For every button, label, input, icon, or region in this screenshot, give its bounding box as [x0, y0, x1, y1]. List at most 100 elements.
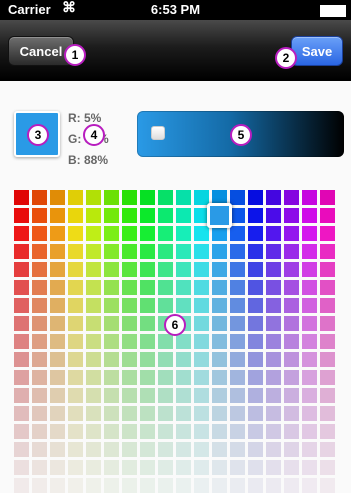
palette-cell[interactable]	[86, 352, 101, 367]
palette-cell[interactable]	[266, 442, 281, 457]
palette-cell[interactable]	[248, 244, 263, 259]
palette-cell[interactable]	[284, 262, 299, 277]
palette-cell[interactable]	[122, 226, 137, 241]
palette-cell[interactable]	[104, 370, 119, 385]
palette-cell[interactable]	[104, 280, 119, 295]
palette-cell[interactable]	[320, 262, 335, 277]
palette-cell[interactable]	[230, 208, 245, 223]
palette-cell[interactable]	[140, 460, 155, 475]
palette-cell[interactable]	[230, 424, 245, 439]
palette-cell[interactable]	[104, 226, 119, 241]
palette-cell[interactable]	[32, 280, 47, 295]
palette-cell[interactable]	[176, 442, 191, 457]
palette-cell[interactable]	[320, 334, 335, 349]
palette-cell[interactable]	[266, 280, 281, 295]
palette-cell[interactable]	[158, 478, 173, 493]
palette-cell[interactable]	[230, 406, 245, 421]
palette-cell[interactable]	[104, 406, 119, 421]
palette-cell[interactable]	[266, 478, 281, 493]
palette-cell[interactable]	[230, 244, 245, 259]
palette-cell[interactable]	[230, 478, 245, 493]
palette-cell[interactable]	[284, 460, 299, 475]
palette-cell[interactable]	[140, 352, 155, 367]
palette-cell[interactable]	[230, 334, 245, 349]
palette-cell[interactable]	[284, 208, 299, 223]
palette-cell[interactable]	[230, 352, 245, 367]
palette-cell[interactable]	[68, 388, 83, 403]
selected-palette-cell[interactable]	[207, 203, 232, 228]
palette-cell[interactable]	[104, 208, 119, 223]
palette-cell[interactable]	[320, 406, 335, 421]
palette-cell[interactable]	[14, 190, 29, 205]
palette-cell[interactable]	[122, 424, 137, 439]
palette-cell[interactable]	[176, 406, 191, 421]
save-button[interactable]: Save	[291, 36, 343, 66]
palette-cell[interactable]	[176, 478, 191, 493]
palette-cell[interactable]	[50, 316, 65, 331]
palette-cell[interactable]	[176, 388, 191, 403]
palette-cell[interactable]	[50, 370, 65, 385]
palette-cell[interactable]	[194, 316, 209, 331]
palette-cell[interactable]	[14, 370, 29, 385]
palette-cell[interactable]	[140, 226, 155, 241]
palette-cell[interactable]	[158, 352, 173, 367]
palette-cell[interactable]	[122, 262, 137, 277]
palette-cell[interactable]	[14, 280, 29, 295]
palette-cell[interactable]	[14, 334, 29, 349]
palette-cell[interactable]	[212, 442, 227, 457]
palette-cell[interactable]	[140, 190, 155, 205]
palette-cell[interactable]	[104, 424, 119, 439]
palette-cell[interactable]	[212, 424, 227, 439]
palette-cell[interactable]	[32, 460, 47, 475]
palette-cell[interactable]	[212, 352, 227, 367]
palette-cell[interactable]	[32, 226, 47, 241]
palette-cell[interactable]	[230, 298, 245, 313]
palette-cell[interactable]	[248, 280, 263, 295]
palette-cell[interactable]	[230, 388, 245, 403]
palette-cell[interactable]	[68, 424, 83, 439]
palette-cell[interactable]	[14, 478, 29, 493]
palette-cell[interactable]	[194, 478, 209, 493]
palette-cell[interactable]	[122, 316, 137, 331]
palette-cell[interactable]	[50, 352, 65, 367]
palette-cell[interactable]	[86, 298, 101, 313]
palette-cell[interactable]	[212, 280, 227, 295]
palette-cell[interactable]	[320, 298, 335, 313]
palette-cell[interactable]	[320, 460, 335, 475]
palette-cell[interactable]	[302, 460, 317, 475]
palette-cell[interactable]	[122, 352, 137, 367]
palette-cell[interactable]	[248, 190, 263, 205]
palette-cell[interactable]	[86, 280, 101, 295]
palette-cell[interactable]	[14, 424, 29, 439]
palette-cell[interactable]	[158, 190, 173, 205]
palette-cell[interactable]	[284, 298, 299, 313]
palette-cell[interactable]	[32, 190, 47, 205]
palette-cell[interactable]	[194, 424, 209, 439]
palette-cell[interactable]	[212, 298, 227, 313]
palette-cell[interactable]	[86, 478, 101, 493]
palette-cell[interactable]	[86, 190, 101, 205]
palette-cell[interactable]	[68, 262, 83, 277]
palette-cell[interactable]	[194, 334, 209, 349]
palette-cell[interactable]	[68, 334, 83, 349]
palette-cell[interactable]	[320, 190, 335, 205]
palette-cell[interactable]	[122, 370, 137, 385]
palette-cell[interactable]	[230, 442, 245, 457]
palette-cell[interactable]	[158, 262, 173, 277]
palette-cell[interactable]	[32, 352, 47, 367]
palette-cell[interactable]	[14, 406, 29, 421]
palette-cell[interactable]	[302, 442, 317, 457]
palette-cell[interactable]	[14, 208, 29, 223]
palette-cell[interactable]	[50, 460, 65, 475]
palette-cell[interactable]	[140, 244, 155, 259]
palette-cell[interactable]	[140, 280, 155, 295]
palette-cell[interactable]	[176, 244, 191, 259]
palette-cell[interactable]	[86, 334, 101, 349]
palette-cell[interactable]	[266, 352, 281, 367]
palette-cell[interactable]	[50, 262, 65, 277]
palette-cell[interactable]	[176, 280, 191, 295]
palette-cell[interactable]	[104, 352, 119, 367]
palette-cell[interactable]	[14, 460, 29, 475]
palette-cell[interactable]	[194, 226, 209, 241]
palette-cell[interactable]	[140, 316, 155, 331]
